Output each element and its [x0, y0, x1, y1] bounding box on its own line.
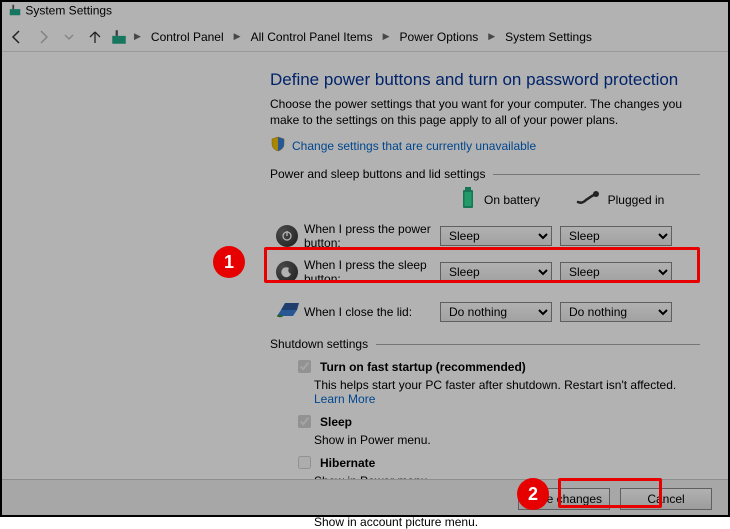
- col-plugged: Plugged in: [560, 187, 680, 212]
- row-lid-label: When I close the lid:: [304, 305, 440, 319]
- window-title-text: System Settings: [25, 4, 112, 18]
- row-sleep-button: When I press the sleep button: Sleep Sle…: [270, 258, 700, 286]
- row-power-button: When I press the power button: Sleep Sle…: [270, 222, 700, 250]
- chevron-right-icon: ▶: [132, 31, 143, 42]
- divider: [376, 344, 700, 345]
- sleep-icon: [276, 261, 298, 283]
- nav-bar: ▶ Control Panel ▶ All Control Panel Item…: [0, 22, 730, 52]
- location-icon: [110, 28, 128, 46]
- forward-button[interactable]: [32, 26, 54, 48]
- power-battery-select[interactable]: Sleep: [440, 226, 552, 246]
- footer-bar: Save changes Cancel: [0, 479, 730, 517]
- col-battery: On battery: [440, 187, 560, 212]
- fast-startup-sub: This helps start your PC faster after sh…: [314, 378, 700, 406]
- shield-icon: [270, 136, 286, 155]
- column-headers: On battery Plugged in: [270, 187, 700, 212]
- sleep-label: Sleep: [320, 415, 352, 429]
- fast-startup-checkbox[interactable]: Turn on fast startup (recommended): [294, 357, 700, 376]
- breadcrumb-item[interactable]: System Settings: [501, 28, 596, 46]
- plug-icon: [576, 190, 600, 209]
- row-sleep-label: When I press the sleep button:: [304, 258, 440, 286]
- recent-dropdown[interactable]: [58, 26, 80, 48]
- sleep-input[interactable]: [298, 415, 311, 428]
- main-content: Define power buttons and turn on passwor…: [0, 52, 730, 477]
- hibernate-input[interactable]: [298, 456, 311, 469]
- hibernate-checkbox[interactable]: Hibernate: [294, 453, 700, 472]
- section-power-heading: Power and sleep buttons and lid settings: [270, 167, 700, 181]
- fast-startup-item: Turn on fast startup (recommended) This …: [294, 357, 700, 406]
- row-close-lid: When I close the lid: Do nothing Do noth…: [270, 300, 700, 323]
- sleep-sub: Show in Power menu.: [314, 433, 700, 447]
- page-title: Define power buttons and turn on passwor…: [270, 70, 700, 90]
- sleep-battery-select[interactable]: Sleep: [440, 262, 552, 282]
- sleep-item: Sleep Show in Power menu.: [294, 412, 700, 447]
- cancel-button[interactable]: Cancel: [620, 488, 712, 510]
- breadcrumb-item[interactable]: Control Panel: [147, 28, 228, 46]
- fast-startup-label: Turn on fast startup (recommended): [320, 360, 526, 374]
- row-power-label: When I press the power button:: [304, 222, 440, 250]
- lid-icon: [275, 300, 299, 323]
- window-title: System Settings: [0, 0, 730, 22]
- breadcrumb-item[interactable]: Power Options: [396, 28, 483, 46]
- up-button[interactable]: [84, 26, 106, 48]
- battery-icon: [460, 187, 476, 212]
- app-icon: [8, 3, 22, 20]
- chevron-right-icon: ▶: [486, 31, 497, 42]
- section-heading-text: Shutdown settings: [270, 337, 368, 351]
- chevron-right-icon: ▶: [381, 31, 392, 42]
- change-settings-link-row: Change settings that are currently unava…: [270, 136, 700, 155]
- hibernate-label: Hibernate: [320, 456, 375, 470]
- lid-plugged-select[interactable]: Do nothing: [560, 302, 672, 322]
- breadcrumb: ▶ Control Panel ▶ All Control Panel Item…: [132, 28, 596, 46]
- chevron-right-icon: ▶: [232, 31, 243, 42]
- power-icon: [276, 225, 298, 247]
- learn-more-link[interactable]: Learn More: [314, 392, 375, 406]
- change-settings-link[interactable]: Change settings that are currently unava…: [292, 139, 536, 153]
- save-button[interactable]: Save changes: [518, 488, 610, 510]
- page-description: Choose the power settings that you want …: [270, 96, 700, 128]
- lock-sub: Show in account picture menu.: [314, 515, 700, 529]
- section-shutdown-heading: Shutdown settings: [270, 337, 700, 351]
- fast-startup-input[interactable]: [298, 360, 311, 373]
- section-heading-text: Power and sleep buttons and lid settings: [270, 167, 485, 181]
- sleep-plugged-select[interactable]: Sleep: [560, 262, 672, 282]
- col-plugged-label: Plugged in: [608, 193, 665, 207]
- sleep-checkbox[interactable]: Sleep: [294, 412, 700, 431]
- divider: [493, 174, 700, 175]
- lid-battery-select[interactable]: Do nothing: [440, 302, 552, 322]
- power-plugged-select[interactable]: Sleep: [560, 226, 672, 246]
- breadcrumb-item[interactable]: All Control Panel Items: [247, 28, 377, 46]
- back-button[interactable]: [6, 26, 28, 48]
- col-battery-label: On battery: [484, 193, 540, 207]
